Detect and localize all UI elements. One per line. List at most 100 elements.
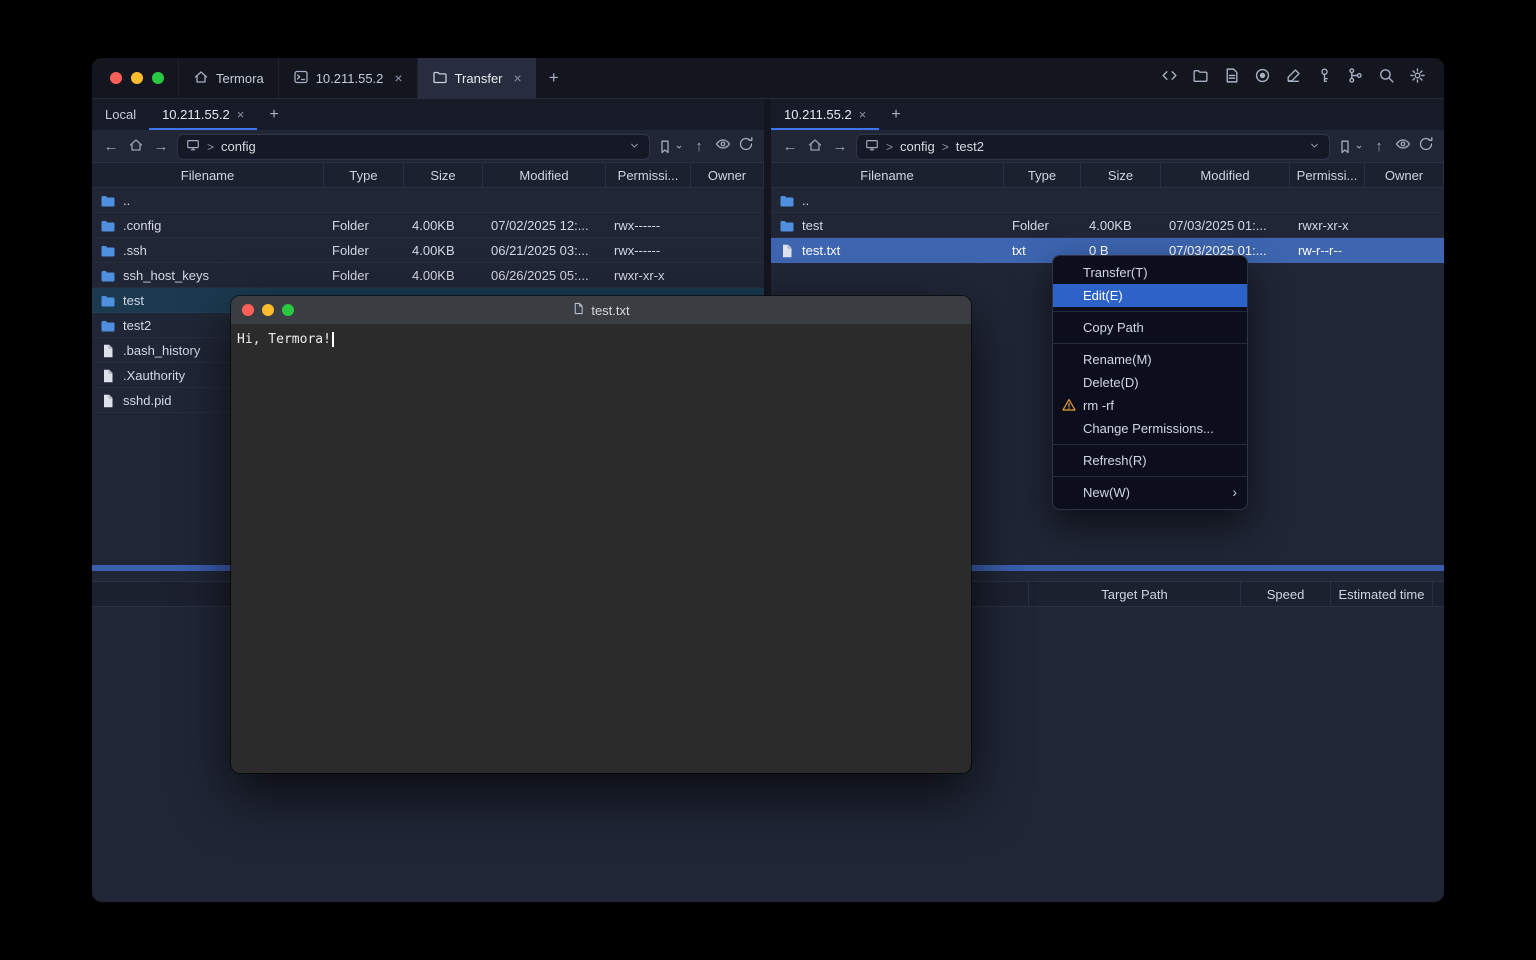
- new-tab-button[interactable]: +: [536, 58, 572, 98]
- back-button[interactable]: ←: [102, 138, 120, 155]
- column-header[interactable]: Speed: [1240, 582, 1330, 606]
- branch-icon[interactable]: [1347, 67, 1364, 89]
- file-permissions-cell: rwx------: [606, 218, 691, 233]
- close-tab-icon[interactable]: ×: [237, 107, 245, 122]
- filename-label: .config: [123, 218, 161, 233]
- left-panel-tab-bar: Local 10.211.55.2 × +: [92, 99, 764, 131]
- minimize-window-button[interactable]: [262, 304, 274, 316]
- menu-item-delete[interactable]: Delete(D): [1053, 371, 1247, 394]
- log-icon[interactable]: [1223, 67, 1240, 89]
- new-panel-tab-button[interactable]: +: [879, 99, 912, 130]
- path-segment[interactable]: config: [900, 139, 935, 154]
- file-row[interactable]: ..: [771, 188, 1444, 213]
- show-hidden-eye-icon[interactable]: [1395, 136, 1411, 157]
- menu-item-transfer[interactable]: Transfer(T): [1053, 261, 1247, 284]
- home-button[interactable]: [806, 137, 824, 157]
- chevron-down-icon[interactable]: [1308, 139, 1321, 155]
- left-table-header: Filename Type Size Modified Permissi... …: [92, 162, 764, 188]
- upload-button[interactable]: ↑: [1370, 138, 1388, 155]
- record-icon[interactable]: [1254, 67, 1271, 89]
- column-header[interactable]: Size: [1081, 163, 1161, 187]
- tab-label: 10.211.55.2: [316, 71, 384, 86]
- tab-remote-host[interactable]: 10.211.55.2 ×: [771, 99, 879, 130]
- column-header[interactable]: Owner: [691, 163, 764, 187]
- close-window-button[interactable]: [110, 72, 122, 84]
- refresh-icon[interactable]: [738, 136, 754, 157]
- bookmark-button[interactable]: [657, 139, 683, 155]
- file-permissions-cell: rwxr-xr-x: [1290, 218, 1365, 233]
- show-hidden-eye-icon[interactable]: [715, 136, 731, 157]
- key-icon[interactable]: [1316, 67, 1333, 89]
- column-header[interactable]: Modified: [1161, 163, 1290, 187]
- column-header[interactable]: Target Path: [1028, 582, 1240, 606]
- tab-label: Transfer: [455, 71, 503, 86]
- path-field[interactable]: > config > test2: [856, 134, 1330, 160]
- forward-button[interactable]: →: [152, 138, 170, 155]
- new-panel-tab-button[interactable]: +: [257, 99, 290, 130]
- text-caret: [332, 332, 334, 347]
- menu-item-rm-rf[interactable]: rm -rf: [1053, 394, 1247, 417]
- path-segment[interactable]: test2: [956, 139, 984, 154]
- tab-host[interactable]: 10.211.55.2 ×: [278, 58, 417, 98]
- editor-titlebar[interactable]: test.txt: [231, 296, 971, 325]
- menu-item-change-permissions[interactable]: Change Permissions...: [1053, 417, 1247, 440]
- column-header[interactable]: Owner: [1365, 163, 1444, 187]
- close-tab-icon[interactable]: ×: [859, 107, 867, 122]
- menu-item-refresh[interactable]: Refresh(R): [1053, 449, 1247, 472]
- file-row[interactable]: .sshFolder4.00KB06/21/2025 03:...rwx----…: [92, 238, 764, 263]
- file-size-cell: 4.00KB: [404, 243, 483, 258]
- column-header[interactable]: Type: [1004, 163, 1081, 187]
- column-header[interactable]: Filename: [771, 163, 1004, 187]
- file-row[interactable]: .configFolder4.00KB07/02/2025 12:...rwx-…: [92, 213, 764, 238]
- maximize-window-button[interactable]: [282, 304, 294, 316]
- close-window-button[interactable]: [242, 304, 254, 316]
- column-header[interactable]: Type: [324, 163, 404, 187]
- column-header[interactable]: Filename: [92, 163, 324, 187]
- path-separator: >: [207, 140, 214, 154]
- column-header[interactable]: Estimated time: [1330, 582, 1432, 606]
- close-tab-icon[interactable]: ×: [514, 70, 522, 86]
- minimize-window-button[interactable]: [131, 72, 143, 84]
- column-header[interactable]: Modified: [483, 163, 606, 187]
- menu-item-label: rm -rf: [1083, 398, 1114, 413]
- upload-button[interactable]: ↑: [690, 138, 708, 155]
- home-button[interactable]: [127, 137, 145, 157]
- path-segment[interactable]: config: [221, 139, 256, 154]
- column-header[interactable]: Permissi...: [1290, 163, 1365, 187]
- file-row[interactable]: testFolder4.00KB07/03/2025 01:...rwxr-xr…: [771, 213, 1444, 238]
- maximize-window-button[interactable]: [152, 72, 164, 84]
- column-header[interactable]: Permissi...: [606, 163, 691, 187]
- tab-label: 10.211.55.2: [162, 107, 230, 122]
- editor-text-area[interactable]: Hi, Termora!: [231, 325, 971, 773]
- close-tab-icon[interactable]: ×: [394, 70, 402, 86]
- tab-label: Local: [105, 107, 136, 122]
- titlebar: Termora 10.211.55.2 × Transfer × +: [92, 58, 1444, 99]
- path-field[interactable]: > config: [177, 134, 650, 160]
- menu-item-edit[interactable]: Edit(E): [1053, 284, 1247, 307]
- tab-remote-host[interactable]: 10.211.55.2 ×: [149, 99, 257, 130]
- file-icon: [779, 243, 795, 259]
- eraser-icon[interactable]: [1285, 67, 1302, 89]
- settings-gear-icon[interactable]: [1409, 67, 1426, 89]
- menu-item-copy-path[interactable]: Copy Path: [1053, 316, 1247, 339]
- code-icon[interactable]: [1161, 67, 1178, 89]
- tab-local[interactable]: Local: [92, 99, 149, 130]
- menu-item-new[interactable]: New(W) ›: [1053, 481, 1247, 504]
- path-separator: >: [942, 140, 949, 154]
- forward-button[interactable]: →: [831, 138, 849, 155]
- bookmark-button[interactable]: [1337, 139, 1363, 155]
- folder-icon: [779, 218, 795, 234]
- refresh-icon[interactable]: [1418, 136, 1434, 157]
- chevron-down-icon[interactable]: [628, 139, 641, 155]
- folder-icon: [779, 193, 795, 209]
- folder-icon[interactable]: [1192, 67, 1209, 89]
- search-icon[interactable]: [1378, 67, 1395, 89]
- file-row[interactable]: ..: [92, 188, 764, 213]
- back-button[interactable]: ←: [781, 138, 799, 155]
- tab-termora[interactable]: Termora: [178, 58, 278, 98]
- menu-item-rename[interactable]: Rename(M): [1053, 348, 1247, 371]
- tab-transfer[interactable]: Transfer ×: [417, 58, 536, 98]
- file-row[interactable]: ssh_host_keysFolder4.00KB06/26/2025 05:.…: [92, 263, 764, 288]
- column-header[interactable]: Size: [404, 163, 483, 187]
- menu-separator: [1053, 444, 1247, 445]
